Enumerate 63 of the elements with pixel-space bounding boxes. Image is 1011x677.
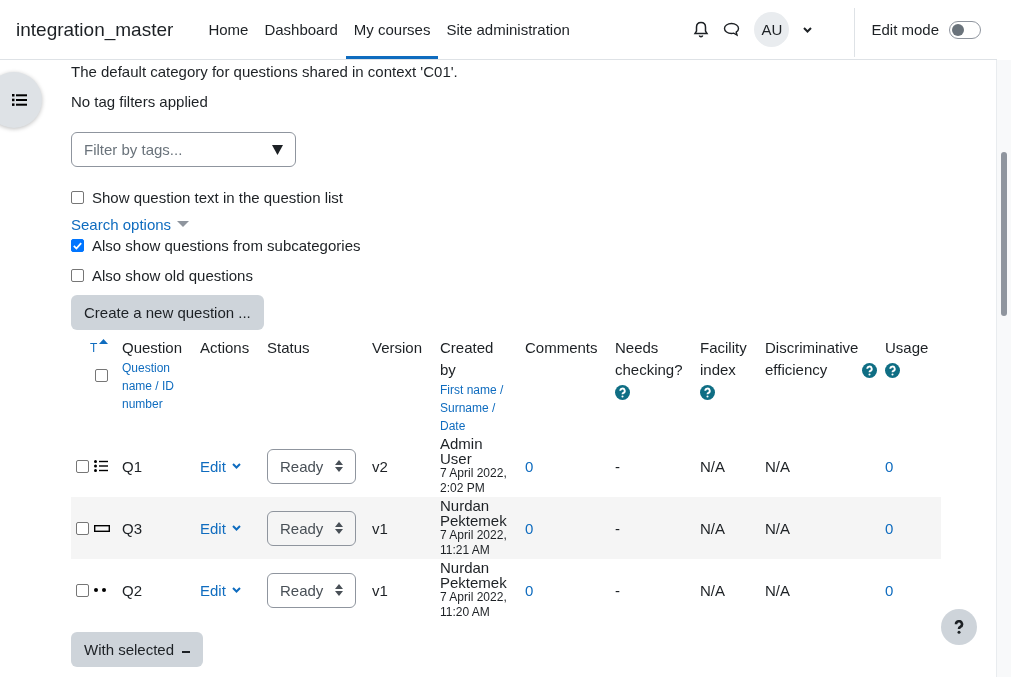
nav-link[interactable]: Site administration — [438, 0, 578, 59]
column-header: Facility index — [700, 338, 747, 380]
status-select[interactable]: Ready — [267, 572, 357, 608]
discrimination-value: N/A — [765, 519, 790, 537]
nav-link[interactable]: Dashboard — [256, 0, 346, 59]
created-date: 7 April 2022, 11:21 AM — [440, 528, 508, 558]
usage-link[interactable]: 0 — [885, 457, 894, 475]
column-header: Question — [122, 338, 184, 358]
search-options-link[interactable]: Search options — [71, 215, 190, 233]
edit-mode-label: Edit mode — [871, 21, 939, 38]
column-header: Actions — [200, 339, 250, 356]
checkbox-label: Also show old questions — [92, 266, 253, 284]
sort-links[interactable]: Question name / ID number — [122, 359, 192, 413]
column-header: Version — [372, 339, 423, 356]
facility-index-value: N/A — [700, 581, 725, 599]
needs-checking-value: - — [615, 581, 620, 599]
created-date: 7 April 2022, 2:02 PM — [440, 466, 508, 496]
discrimination-value: N/A — [765, 581, 790, 599]
column-header: Discriminative efficiency — [765, 338, 859, 380]
nav-link[interactable]: Home — [200, 0, 257, 59]
question-name: Q2 — [122, 581, 142, 599]
author-name: Admin User — [440, 436, 484, 466]
tag-filter-status: No tag filters applied — [71, 93, 209, 110]
edit-menu-link[interactable]: Edit — [200, 581, 241, 599]
tag-filter-field[interactable]: Filter by tags... — [71, 132, 296, 167]
column-header: Usage — [885, 338, 929, 358]
question-name: Q3 — [122, 519, 142, 537]
version-text: v2 — [372, 457, 388, 475]
version-text: v1 — [372, 581, 388, 599]
checkbox-label: Also show questions from subcategories — [92, 236, 361, 254]
facility-index-value: N/A — [700, 519, 725, 537]
edit-menu-link[interactable]: Edit — [200, 457, 241, 475]
edit-menu-link[interactable]: Edit — [200, 519, 241, 537]
usage-link[interactable]: 0 — [885, 519, 894, 537]
comments-link[interactable]: 0 — [525, 457, 534, 475]
facility-index-value: N/A — [700, 457, 725, 475]
question-name: Q1 — [122, 457, 142, 475]
column-header: Comments — [525, 338, 598, 358]
nav-link[interactable]: My courses — [345, 0, 439, 59]
comments-link[interactable]: 0 — [525, 581, 534, 599]
sort-type-link[interactable]: T — [90, 337, 109, 359]
checkbox-label: Show question text in the question list — [92, 188, 343, 206]
discrimination-value: N/A — [765, 457, 790, 475]
site-name[interactable]: integration_master — [16, 18, 174, 41]
sort-links[interactable]: First name / Surname / Date — [440, 381, 512, 435]
with-selected-button[interactable]: With selected — [71, 632, 204, 667]
category-description: The default category for questions shared in context 'C01'. — [71, 63, 459, 80]
create-question-button[interactable]: Create a new question ... — [71, 295, 264, 330]
status-select[interactable]: Ready — [267, 448, 357, 484]
column-header: Needs checking? — [615, 338, 683, 380]
needs-checking-value: - — [615, 519, 620, 537]
user-avatar[interactable]: AU — [754, 12, 790, 47]
column-header: Status — [267, 339, 310, 356]
author-name: Nurdan Pektemek — [440, 560, 508, 590]
comments-link[interactable]: 0 — [525, 519, 534, 537]
status-select[interactable]: Ready — [267, 510, 357, 546]
tag-filter-input[interactable]: Filter by tags... — [84, 141, 254, 158]
version-text: v1 — [372, 519, 388, 537]
column-header: Created by — [440, 338, 494, 380]
needs-checking-value: - — [615, 457, 620, 475]
author-name: Nurdan Pektemek — [440, 498, 508, 528]
usage-link[interactable]: 0 — [885, 581, 894, 599]
created-date: 7 April 2022, 11:20 AM — [440, 590, 508, 620]
